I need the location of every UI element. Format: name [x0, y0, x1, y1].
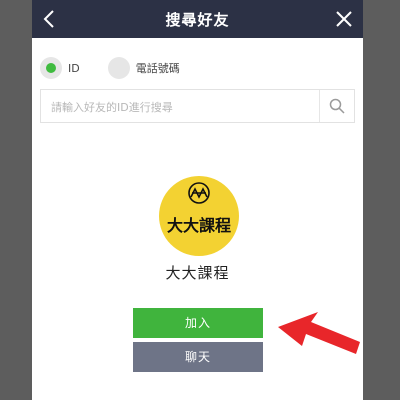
radio-id-label[interactable]: ID	[68, 62, 80, 75]
page-title: 搜尋好友	[165, 11, 230, 29]
profile-name: 大大課程	[165, 264, 230, 282]
radio-phone[interactable]	[107, 57, 130, 79]
radio-phone-label[interactable]: 電話號碼	[136, 60, 180, 76]
search-input[interactable]	[49, 90, 318, 124]
radio-id[interactable]	[40, 57, 62, 79]
avatar: 大大課程	[159, 176, 239, 256]
header-bar: 搜尋好友	[32, 0, 363, 38]
radio-selected-dot	[46, 63, 56, 73]
pointer-arrow-icon	[278, 308, 362, 364]
add-friend-button[interactable]: 加入	[133, 308, 263, 338]
search-type-selector: ID 電話號碼	[40, 56, 180, 80]
search-box	[40, 89, 355, 124]
logo-icon	[186, 182, 212, 204]
avatar-text: 大大課程	[166, 216, 231, 235]
app-window: 搜尋好友 ID 電話號碼 請輸入好友的ID進行搜尋 大大課程 大大課程 加入 聊…	[32, 0, 363, 400]
search-icon[interactable]	[320, 90, 354, 122]
chat-button[interactable]: 聊天	[133, 342, 263, 372]
close-icon[interactable]	[333, 8, 355, 30]
